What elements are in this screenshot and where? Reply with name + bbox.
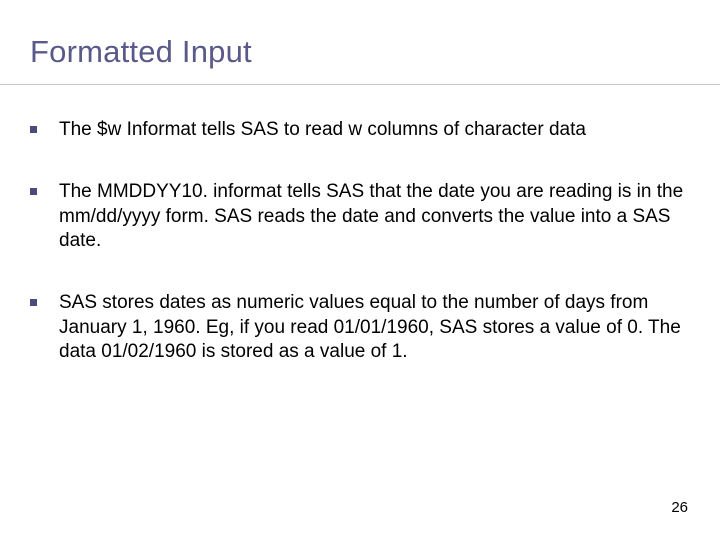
slide-title: Formatted Input [30, 34, 252, 70]
list-item: The MMDDYY10. informat tells SAS that th… [30, 180, 686, 253]
list-item: SAS stores dates as numeric values equal… [30, 291, 686, 364]
list-item-text: The MMDDYY10. informat tells SAS that th… [59, 180, 686, 253]
list-item-text: SAS stores dates as numeric values equal… [59, 291, 686, 364]
square-bullet-icon [30, 126, 37, 133]
slide: Formatted Input The $w Informat tells SA… [0, 0, 720, 540]
square-bullet-icon [30, 188, 37, 195]
slide-body: The $w Informat tells SAS to read w colu… [30, 118, 686, 402]
list-item-text: The $w Informat tells SAS to read w colu… [59, 118, 686, 142]
square-bullet-icon [30, 299, 37, 306]
page-number: 26 [671, 499, 688, 516]
list-item: The $w Informat tells SAS to read w colu… [30, 118, 686, 142]
title-underline [0, 84, 720, 85]
